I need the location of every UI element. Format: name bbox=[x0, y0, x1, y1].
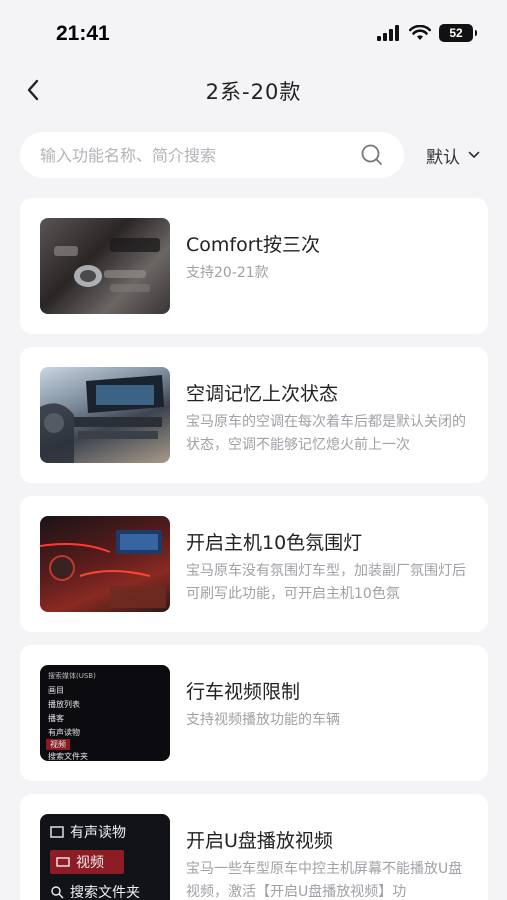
feature-title: 开启主机10色氛围灯 bbox=[186, 532, 363, 554]
menu-item-label: 视频 bbox=[76, 855, 104, 871]
sort-label: 默认 bbox=[426, 147, 460, 168]
feature-title: 开启U盘播放视频 bbox=[186, 830, 333, 852]
menu-item: 搜索文件夹 bbox=[48, 752, 88, 761]
search-input[interactable] bbox=[40, 132, 360, 178]
ambient-photo-graphic bbox=[40, 530, 166, 608]
menu-item: 播放列表 bbox=[48, 700, 80, 709]
sort-dropdown[interactable]: 默认 bbox=[426, 132, 480, 178]
menu-header: 搜索媒体(USB) bbox=[48, 672, 96, 680]
menu-item-selected: 视频 bbox=[46, 739, 70, 750]
search-icon[interactable] bbox=[360, 143, 384, 167]
dashboard-photo-graphic bbox=[40, 375, 164, 463]
search-box bbox=[20, 132, 404, 178]
menu-item-selected: 视频 bbox=[50, 850, 124, 874]
feature-description: 宝马一些车型原车中控主机屏幕不能播放U盘视频，激活【开启U盘播放视频】功 bbox=[186, 861, 463, 900]
feature-card[interactable]: 搜索媒体(USB) 画目 播放列表 播客 有声读物 视频 搜索文件夹 行车视频限… bbox=[20, 645, 488, 781]
feature-card[interactable]: 有声读物 视频 搜索文件夹 开启U盘播放视频 宝马一些车型原车中控主机屏幕不能播… bbox=[20, 794, 488, 900]
feature-thumbnail bbox=[40, 367, 170, 463]
signal-icon bbox=[377, 25, 399, 41]
menu-item: 画目 bbox=[48, 686, 64, 695]
menu-item: 搜索文件夹 bbox=[50, 882, 140, 900]
search-row: 默认 bbox=[20, 132, 490, 178]
feature-thumbnail: 有声读物 视频 搜索文件夹 bbox=[40, 814, 170, 900]
wifi-icon bbox=[409, 25, 431, 40]
feature-thumbnail bbox=[40, 516, 170, 612]
menu-item: 有声读物 bbox=[50, 822, 126, 842]
feature-thumbnail: 搜索媒体(USB) 画目 播放列表 播客 有声读物 视频 搜索文件夹 bbox=[40, 665, 170, 761]
feature-thumbnail bbox=[40, 218, 170, 314]
menu-item-label: 搜索文件夹 bbox=[70, 885, 140, 900]
battery-icon: 52 bbox=[439, 24, 477, 42]
status-bar: 21:41 52 bbox=[0, 0, 507, 62]
feature-card[interactable]: 开启主机10色氛围灯 宝马原车没有氛围灯车型，加装副厂氛围灯后可刷写此功能，可开… bbox=[20, 496, 488, 632]
feature-title: 空调记忆上次状态 bbox=[186, 383, 339, 405]
feature-card[interactable]: 空调记忆上次状态 宝马原车的空调在每次着车后都是默认关闭的状态，空调不能够记忆熄… bbox=[20, 347, 488, 483]
menu-item: 播客 bbox=[48, 714, 64, 723]
feature-list: Comfort按三次 支持20-21款 空调记忆上次状态 宝马原车的空调在每次着… bbox=[20, 198, 488, 900]
status-icons: 52 bbox=[377, 24, 477, 42]
status-time: 21:41 bbox=[56, 22, 110, 45]
nav-bar: 2系-20款 bbox=[0, 62, 507, 118]
feature-card[interactable]: Comfort按三次 支持20-21款 bbox=[20, 198, 488, 334]
console-photo-graphic bbox=[54, 238, 160, 292]
feature-title: 行车视频限制 bbox=[186, 681, 301, 703]
battery-level: 52 bbox=[449, 26, 463, 40]
feature-title: Comfort按三次 bbox=[186, 234, 320, 256]
feature-description: 宝马原车没有氛围灯车型，加装副厂氛围灯后可刷写此功能，可开启主机10色氛 bbox=[186, 563, 466, 602]
menu-item: 有声读物 bbox=[48, 728, 80, 737]
search-folder-icon bbox=[51, 886, 64, 899]
feature-description: 支持20-21款 bbox=[186, 265, 269, 281]
video-icon bbox=[56, 857, 70, 867]
page-title: 2系-20款 bbox=[205, 80, 302, 104]
audiobook-icon bbox=[50, 826, 64, 838]
feature-description: 宝马原车的空调在每次着车后都是默认关闭的状态，空调不能够记忆熄火前上一次 bbox=[186, 414, 466, 453]
chevron-down-icon bbox=[468, 151, 480, 158]
menu-item-label: 有声读物 bbox=[70, 825, 126, 841]
feature-description: 支持视频播放功能的车辆 bbox=[186, 712, 340, 728]
